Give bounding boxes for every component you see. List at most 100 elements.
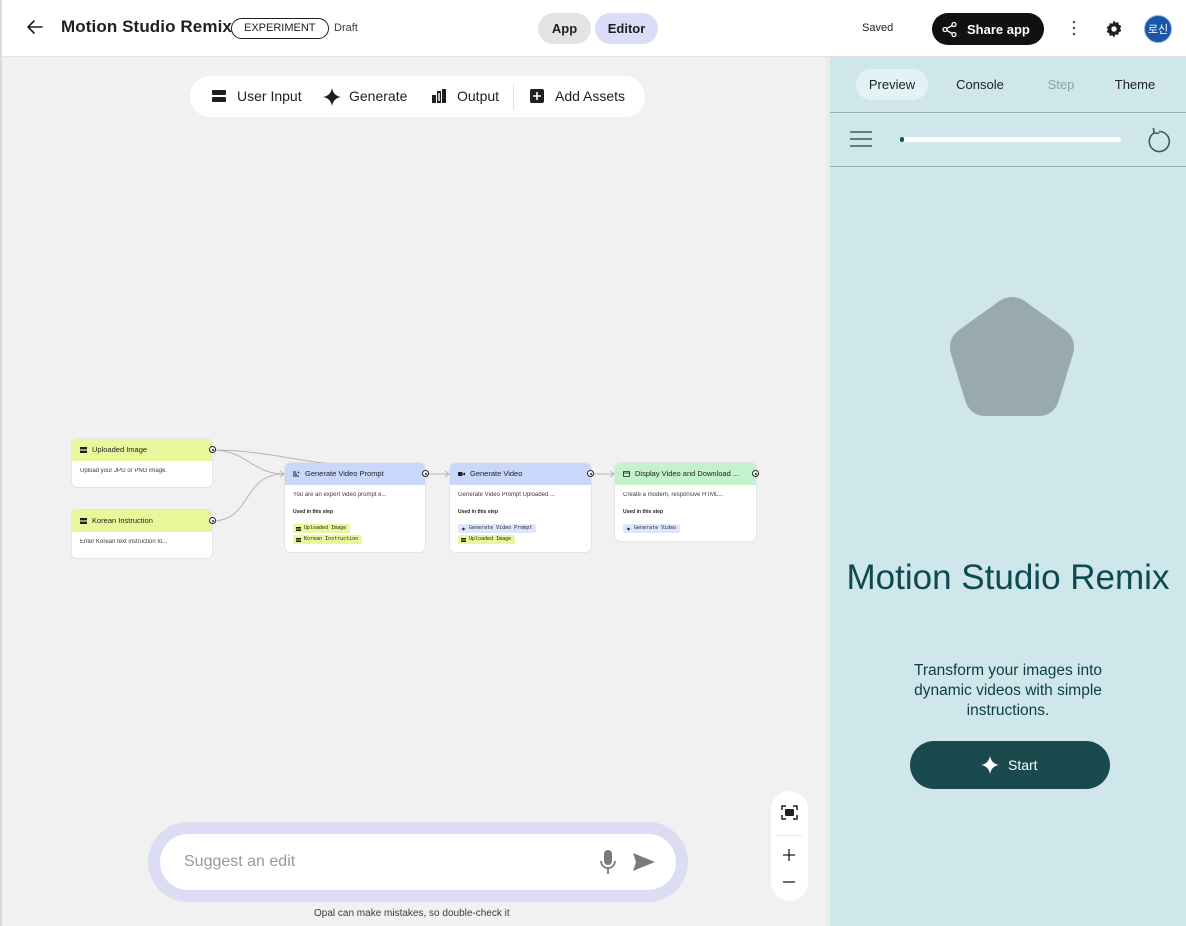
send-icon[interactable] bbox=[632, 852, 656, 872]
user-input-icon bbox=[80, 518, 87, 524]
node-uploaded-image-header: Uploaded Image bbox=[72, 439, 212, 461]
user-input-icon bbox=[80, 447, 87, 453]
node-generate-video[interactable]: Generate Video Generate Video Prompt Upl… bbox=[450, 463, 594, 552]
back-arrow-icon[interactable] bbox=[24, 16, 46, 38]
node-korean-instruction-body: Enter Korean text instruction fo... bbox=[80, 539, 168, 545]
node-uploaded-image[interactable]: Uploaded Image Upload your JPG or PNG im… bbox=[72, 439, 216, 487]
node-display-video-header: Display Video and Download ... bbox=[615, 463, 756, 485]
chip-label: Generate Video bbox=[634, 525, 677, 531]
tab-console[interactable]: Console bbox=[944, 69, 1016, 100]
preview-progress-row bbox=[830, 113, 1186, 167]
output-icon bbox=[432, 89, 446, 103]
node-output-port[interactable] bbox=[587, 470, 594, 477]
mode-editor-button[interactable]: Editor bbox=[595, 13, 658, 44]
node-generate-video-body: Generate Video Prompt Uploaded ... bbox=[458, 492, 555, 498]
node-korean-instruction[interactable]: Korean Instruction Enter Korean text ins… bbox=[72, 510, 216, 558]
hero-subtitle: Transform your images into dynamic video… bbox=[913, 662, 1103, 719]
start-button-label: Start bbox=[1008, 757, 1038, 773]
toolbar-generate-label: Generate bbox=[349, 88, 408, 104]
toolbar-user-input-label: User Input bbox=[237, 88, 302, 104]
more-vert-icon[interactable] bbox=[1066, 18, 1082, 38]
node-output-port[interactable] bbox=[752, 470, 759, 477]
node-uploaded-image-title: Uploaded Image bbox=[92, 445, 148, 454]
tab-theme[interactable]: Theme bbox=[1102, 69, 1168, 100]
mode-app-button[interactable]: App bbox=[538, 13, 591, 44]
zoom-divider bbox=[777, 835, 802, 836]
node-korean-instruction-title: Korean Instruction bbox=[92, 516, 153, 525]
progress-bar bbox=[900, 137, 1121, 142]
share-icon bbox=[942, 21, 957, 38]
sparkle-icon bbox=[323, 88, 341, 106]
settings-gear-icon[interactable] bbox=[1104, 19, 1124, 39]
node-uploaded-image-body: Upload your JPG or PNG image. bbox=[80, 468, 168, 474]
chip-uploaded-image: Uploaded Image bbox=[293, 524, 351, 533]
toolbar-output-label: Output bbox=[457, 88, 500, 104]
suggest-edit-input[interactable]: Suggest an edit bbox=[160, 834, 676, 890]
share-app-button[interactable]: Share app bbox=[932, 13, 1044, 45]
sparkle-icon bbox=[461, 526, 466, 531]
panel-tabs: Preview Console Step Theme bbox=[830, 57, 1186, 113]
node-generate-video-title: Generate Video bbox=[470, 469, 523, 478]
tab-step[interactable]: Step bbox=[1030, 69, 1092, 100]
node-output-port[interactable] bbox=[422, 470, 429, 477]
restart-icon[interactable] bbox=[1147, 127, 1171, 153]
user-input-icon bbox=[296, 537, 301, 542]
start-button[interactable]: Start bbox=[910, 741, 1110, 789]
fit-to-screen-icon[interactable] bbox=[781, 805, 798, 820]
used-in-step-label: Used in this step bbox=[623, 509, 664, 515]
node-generate-video-prompt-header: Generate Video Prompt bbox=[285, 463, 425, 485]
tab-preview[interactable]: Preview bbox=[856, 69, 928, 100]
node-display-video[interactable]: Display Video and Download ... Create a … bbox=[615, 463, 759, 541]
chip-generate-video: Generate Video bbox=[623, 524, 681, 533]
node-display-video-title: Display Video and Download ... bbox=[635, 469, 740, 478]
video-camera-icon bbox=[458, 472, 465, 476]
node-generate-video-header: Generate Video bbox=[450, 463, 591, 485]
chip-label: Generate Video Prompt bbox=[469, 525, 533, 531]
zoom-in-icon[interactable] bbox=[782, 848, 796, 862]
node-output-port[interactable] bbox=[209, 517, 216, 524]
prompt-text-icon bbox=[293, 471, 300, 477]
node-generate-video-prompt[interactable]: Generate Video Prompt You are an expert … bbox=[285, 463, 429, 552]
draft-status: Draft bbox=[334, 22, 358, 34]
editor-canvas[interactable]: User Input Generate Output Add Assets Up… bbox=[0, 57, 826, 926]
chip-generate-video-prompt: Generate Video Prompt bbox=[458, 524, 537, 533]
zoom-out-icon[interactable] bbox=[782, 875, 796, 889]
progress-bar-fill bbox=[900, 137, 904, 142]
chip-label: Korean Instruction bbox=[304, 536, 359, 542]
node-output-port[interactable] bbox=[209, 446, 216, 453]
share-app-label: Share app bbox=[967, 22, 1030, 37]
microphone-icon[interactable] bbox=[599, 849, 617, 875]
node-generate-video-prompt-body: You are an expert video prompt e... bbox=[293, 492, 387, 498]
node-korean-instruction-header: Korean Instruction bbox=[72, 510, 212, 532]
top-bar: Motion Studio Remix EXPERIMENT Draft App… bbox=[0, 0, 1186, 57]
chip-uploaded-image: Uploaded Image bbox=[458, 535, 516, 544]
hero-title: Motion Studio Remix bbox=[846, 558, 1170, 597]
used-in-step-label: Used in this step bbox=[458, 509, 499, 515]
user-input-icon bbox=[212, 90, 226, 102]
suggest-edit-placeholder: Suggest an edit bbox=[184, 853, 296, 870]
suggest-edit-container: Suggest an edit bbox=[148, 822, 688, 902]
node-display-video-body: Create a modern, responsive HTML... bbox=[623, 492, 724, 498]
disclaimer-text: Opal can make mistakes, so double-check … bbox=[314, 908, 510, 919]
chip-korean-instruction: Korean Instruction bbox=[293, 535, 363, 544]
node-generate-video-prompt-title: Generate Video Prompt bbox=[305, 469, 384, 478]
web-page-icon bbox=[623, 471, 630, 477]
user-avatar[interactable]: 로신 bbox=[1144, 15, 1172, 43]
chip-label: Uploaded Image bbox=[304, 525, 347, 531]
sparkle-icon bbox=[626, 526, 631, 531]
node-toolbar: User Input Generate Output Add Assets bbox=[190, 76, 645, 117]
chip-label: Uploaded Image bbox=[469, 536, 512, 542]
zoom-controls bbox=[771, 791, 808, 901]
preview-panel: Preview Console Step Theme Motion Studio… bbox=[826, 57, 1186, 926]
app-logo-pentagon bbox=[950, 297, 1074, 416]
user-input-icon bbox=[296, 526, 301, 531]
save-status: Saved bbox=[862, 22, 894, 34]
user-input-icon bbox=[461, 537, 466, 542]
sparkle-icon bbox=[981, 756, 999, 774]
toolbar-add-assets-label: Add Assets bbox=[555, 88, 626, 104]
experiment-badge: EXPERIMENT bbox=[231, 18, 329, 39]
menu-icon[interactable] bbox=[850, 131, 872, 147]
app-title[interactable]: Motion Studio Remix bbox=[61, 17, 232, 37]
add-box-icon bbox=[530, 89, 544, 103]
toolbar-divider bbox=[513, 84, 514, 110]
